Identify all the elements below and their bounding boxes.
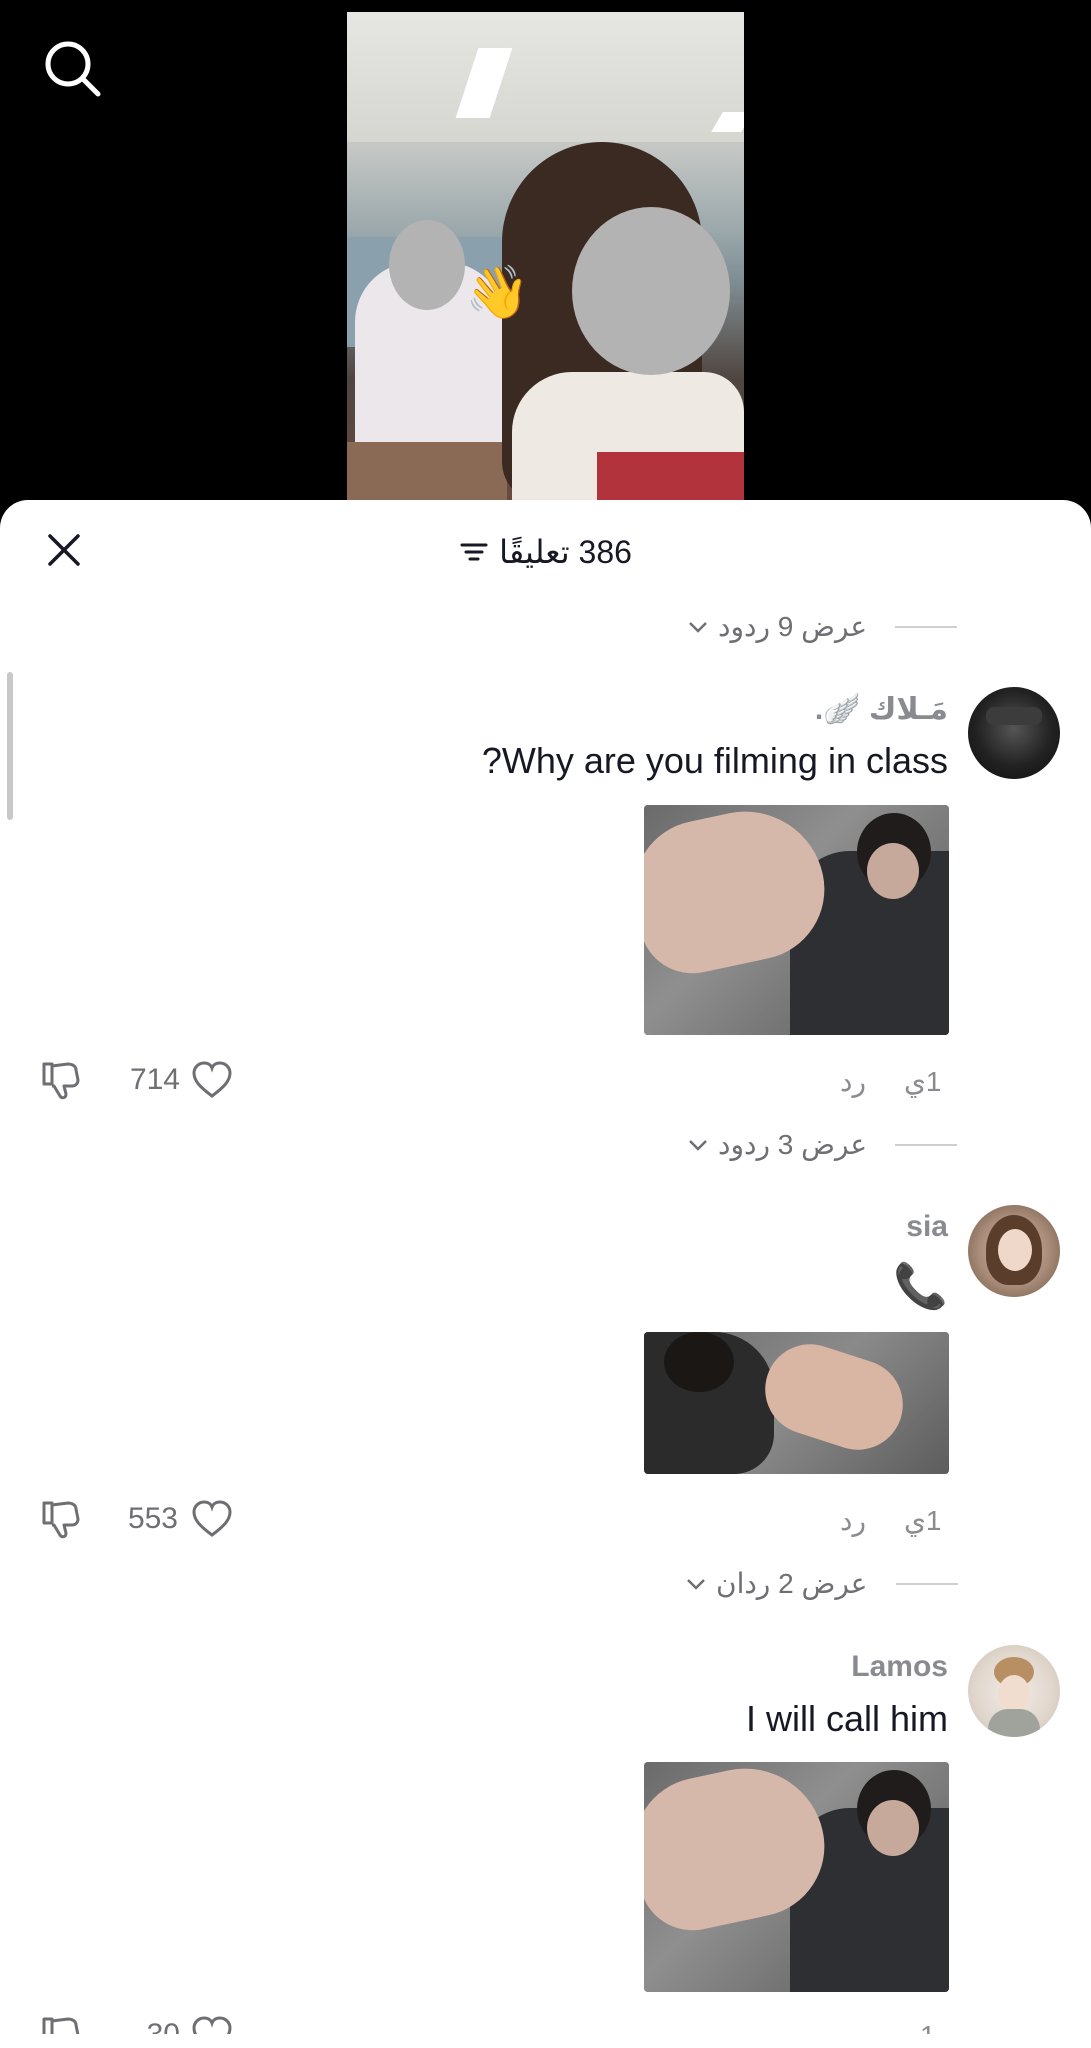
reply-button[interactable]: رد bbox=[840, 1065, 866, 1098]
video-ceiling bbox=[347, 12, 744, 142]
reply-button[interactable]: رد bbox=[840, 1504, 866, 1537]
divider bbox=[895, 1582, 958, 1585]
view-replies-button[interactable]: عرض 9 ردود bbox=[686, 610, 958, 643]
comment-gif[interactable] bbox=[644, 1332, 949, 1474]
thumbs-down-icon[interactable] bbox=[38, 1056, 84, 1102]
video-desk bbox=[347, 442, 507, 502]
avatar-sweater bbox=[988, 1709, 1040, 1737]
comment-text: I will call him bbox=[745, 1698, 948, 1739]
comment-text: 📞 bbox=[893, 1262, 948, 1311]
comments-count-title: 386 تعليقًا bbox=[499, 534, 632, 570]
gif-figure-face bbox=[867, 843, 919, 899]
like-count: 714 bbox=[129, 1063, 180, 1096]
avatar-detail bbox=[986, 707, 1042, 725]
thumbs-down-icon[interactable] bbox=[38, 1495, 84, 1541]
waving-hand-sticker: 👋 bbox=[465, 264, 530, 322]
bottom-edge bbox=[0, 2034, 1091, 2048]
avatar[interactable] bbox=[968, 687, 1060, 779]
chevron-down-icon bbox=[689, 1139, 707, 1151]
video-background: 👋 bbox=[0, 0, 1091, 520]
avatar[interactable] bbox=[968, 1645, 1060, 1737]
scrollbar[interactable] bbox=[7, 672, 13, 820]
comments-sheet: 386 تعليقًا عرض 9 ردود مَـلاك 🪽. ?Why ar… bbox=[0, 500, 1091, 2048]
comments-header: 386 تعليقًا bbox=[0, 528, 1091, 576]
blurred-face bbox=[572, 207, 730, 375]
comment-time: 1ي bbox=[904, 1505, 942, 1536]
search-icon[interactable] bbox=[40, 36, 104, 100]
like-count: 553 bbox=[127, 1502, 178, 1535]
video-jacket-print bbox=[597, 452, 744, 502]
filter-icon[interactable] bbox=[459, 537, 489, 567]
blurred-face bbox=[389, 220, 465, 310]
comment-time: 1ي bbox=[904, 1066, 942, 1097]
avatar-face bbox=[998, 1229, 1032, 1271]
avatar-face bbox=[998, 1675, 1030, 1713]
view-replies-label: عرض 3 ردود bbox=[718, 1129, 868, 1160]
divider bbox=[895, 1143, 958, 1146]
heart-icon[interactable] bbox=[190, 1497, 234, 1541]
view-replies-label: عرض 9 ردود bbox=[718, 611, 868, 642]
view-replies-label: عرض 2 ردان bbox=[716, 1568, 868, 1599]
chevron-down-icon bbox=[687, 1578, 705, 1590]
comment-text: ?Why are you filming in class bbox=[481, 740, 948, 781]
heart-icon[interactable] bbox=[190, 1058, 234, 1102]
comment-username[interactable]: مَـلاك 🪽. bbox=[815, 692, 948, 727]
comment-gif[interactable] bbox=[644, 1762, 949, 1992]
avatar[interactable] bbox=[968, 1205, 1060, 1297]
view-replies-button[interactable]: عرض 3 ردود bbox=[686, 1128, 958, 1161]
comment-username[interactable]: Lamos bbox=[851, 1650, 948, 1684]
video-thumbnail[interactable]: 👋 bbox=[347, 12, 744, 502]
divider bbox=[895, 625, 958, 628]
comment-username[interactable]: sia bbox=[906, 1210, 948, 1244]
view-replies-button[interactable]: عرض 2 ردان bbox=[684, 1567, 958, 1600]
gif-figure-face bbox=[867, 1800, 919, 1856]
gif-figure-head bbox=[664, 1332, 734, 1392]
chevron-down-icon bbox=[689, 621, 707, 633]
comment-gif[interactable] bbox=[644, 805, 949, 1035]
